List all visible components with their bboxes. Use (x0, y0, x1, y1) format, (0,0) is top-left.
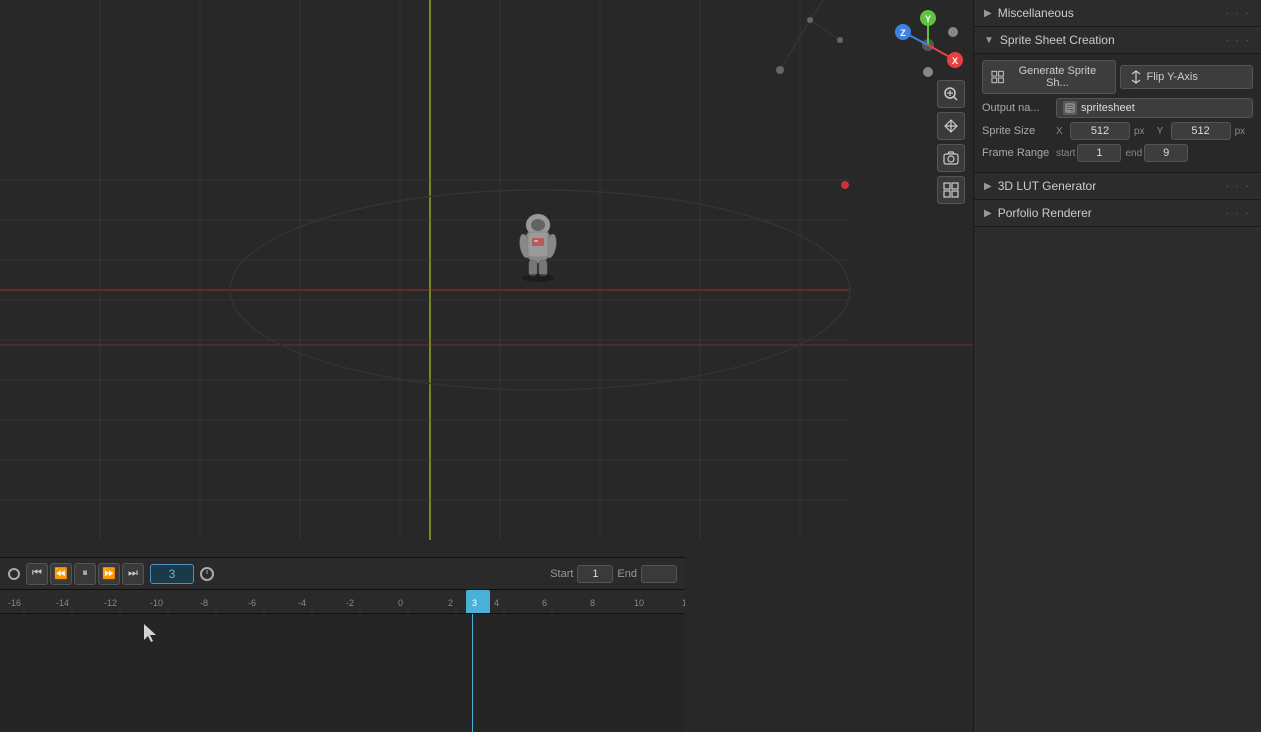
jump-start-btn[interactable]: ⏮ (26, 563, 48, 585)
jump-end-btn[interactable]: ⏭ (122, 563, 144, 585)
misc-section-header[interactable]: ▶ Miscellaneous · · · (974, 0, 1261, 27)
x-axis-label: X (1056, 126, 1068, 137)
x-unit: px (1134, 126, 1145, 137)
sprite-size-label: Sprite Size (982, 125, 1052, 137)
sprite-arrow: ▼ (984, 35, 994, 46)
timeline-header: ⏮ ⏪ ⏸ ⏩ ⏭ 3 Start End (0, 558, 685, 590)
output-label: Output na... (982, 102, 1052, 114)
sprite-size-y-input[interactable] (1171, 122, 1231, 140)
portfolio-label: Porfolio Renderer (998, 206, 1092, 220)
y-unit: px (1235, 126, 1246, 137)
output-row: Output na... spritesheet (982, 98, 1253, 118)
start-value[interactable] (577, 565, 613, 583)
output-value-box[interactable]: spritesheet (1056, 98, 1253, 118)
svg-text:-10: -10 (150, 598, 163, 608)
generate-sprite-btn[interactable]: Generate Sprite Sh... (982, 60, 1116, 94)
sprite-size-x-field: X px (1056, 122, 1145, 140)
right-panel: ▶ Miscellaneous · · · ▼ Sprite Sheet Cre… (973, 0, 1261, 732)
cursor-icon (140, 624, 160, 644)
clock-icon (200, 567, 214, 581)
svg-text:3: 3 (472, 598, 477, 608)
svg-text:10: 10 (634, 598, 644, 608)
range-end-field: end (1125, 144, 1188, 162)
misc-label: Miscellaneous (998, 6, 1074, 20)
lut-section-header[interactable]: ▶ 3D LUT Generator · · · (974, 173, 1261, 200)
sync-icon[interactable] (8, 568, 20, 580)
svg-text:-16: -16 (8, 598, 21, 608)
sprite-sheet-header[interactable]: ▼ Sprite Sheet Creation · · · (974, 27, 1261, 54)
portfolio-section-header[interactable]: ▶ Porfolio Renderer · · · (974, 200, 1261, 227)
output-file-icon (1063, 101, 1077, 115)
camera-tool-btn[interactable] (937, 144, 965, 172)
svg-text:8: 8 (590, 598, 595, 608)
portfolio-arrow: ▶ (984, 208, 992, 219)
svg-text:-2: -2 (346, 598, 354, 608)
svg-text:Z: Z (900, 28, 906, 38)
sprite-dots: · · · (1225, 35, 1251, 46)
pan-tool-btn[interactable] (937, 112, 965, 140)
svg-text:-14: -14 (56, 598, 69, 608)
timeline-start-end: Start End (550, 565, 677, 583)
frame-range-fields: start end (1056, 144, 1188, 162)
lut-arrow: ▶ (984, 181, 992, 192)
range-start-input[interactable] (1077, 144, 1121, 162)
start-label: Start (550, 568, 573, 580)
svg-text:4: 4 (494, 598, 499, 608)
range-start-field: start (1056, 144, 1121, 162)
sprite-sheet-section: ▼ Sprite Sheet Creation · · · Generate S… (974, 27, 1261, 173)
end-key: end (1125, 148, 1142, 159)
playhead (472, 614, 473, 732)
current-frame[interactable]: 3 (150, 564, 194, 584)
sprite-size-x-input[interactable] (1070, 122, 1130, 140)
frame-range-row: Frame Range start end (982, 144, 1253, 162)
play-pause-btn[interactable]: ⏸ (74, 563, 96, 585)
viewport-gizmo[interactable]: X Y Z (893, 10, 963, 80)
generate-row: Generate Sprite Sh... Flip Y-Axis (982, 60, 1253, 94)
timeline-ruler: -16 -14 -12 -10 -8 -6 -4 -2 0 2 3 4 (0, 590, 685, 614)
svg-text:0: 0 (398, 598, 403, 608)
svg-text:Y: Y (925, 14, 931, 24)
svg-text:2: 2 (448, 598, 453, 608)
svg-text:-12: -12 (104, 598, 117, 608)
svg-text:-4: -4 (298, 598, 306, 608)
start-key: start (1056, 148, 1075, 159)
svg-text:6: 6 (542, 598, 547, 608)
sprite-size-y-field: Y px (1157, 122, 1246, 140)
svg-text:X: X (952, 56, 958, 66)
sprite-title: Sprite Sheet Creation (1000, 33, 1115, 47)
output-value-text: spritesheet (1081, 102, 1135, 114)
lut-dots: · · · (1225, 181, 1251, 192)
next-frame-btn[interactable]: ⏩ (98, 563, 120, 585)
sprite-size-row: Sprite Size X px Y px (982, 122, 1253, 140)
zoom-tool-btn[interactable] (937, 80, 965, 108)
y-axis-label: Y (1157, 126, 1169, 137)
misc-dots: · · · (1225, 8, 1251, 19)
prev-frame-btn[interactable]: ⏪ (50, 563, 72, 585)
lut-label: 3D LUT Generator (998, 179, 1097, 193)
flip-y-axis-btn[interactable]: Flip Y-Axis (1120, 65, 1254, 89)
portfolio-dots: · · · (1225, 208, 1251, 219)
timeline[interactable]: ⏮ ⏪ ⏸ ⏩ ⏭ 3 Start End (0, 557, 685, 732)
end-value[interactable] (641, 565, 677, 583)
misc-arrow: ▶ (984, 8, 992, 19)
frame-range-label: Frame Range (982, 147, 1052, 159)
svg-text:-8: -8 (200, 598, 208, 608)
viewport-toolbar (937, 80, 965, 204)
transport-controls: ⏮ ⏪ ⏸ ⏩ ⏭ (26, 563, 144, 585)
timeline-tracks[interactable] (0, 614, 685, 732)
svg-text:12: 12 (682, 598, 685, 608)
sprite-controls: Generate Sprite Sh... Flip Y-Axis Output… (974, 54, 1261, 172)
svg-text:-6: -6 (248, 598, 256, 608)
end-label: End (617, 568, 637, 580)
grid-tool-btn[interactable] (937, 176, 965, 204)
range-end-input[interactable] (1144, 144, 1188, 162)
viewport-3d[interactable]: X Y Z (0, 0, 973, 732)
